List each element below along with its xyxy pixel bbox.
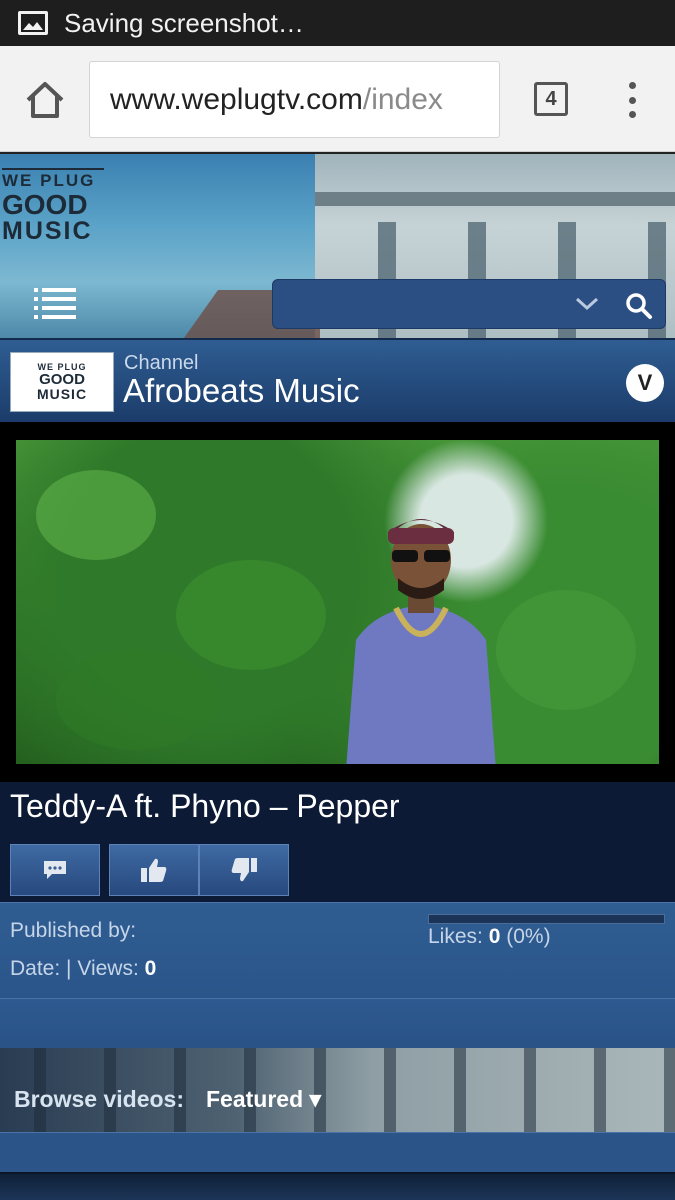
search-bar[interactable] xyxy=(272,279,666,329)
likes-percent: (0%) xyxy=(500,925,551,948)
browse-label: Browse videos: xyxy=(14,1086,184,1112)
channel-avatar[interactable]: WE PLUG GOOD MUSIC xyxy=(10,352,114,412)
footer-edge xyxy=(0,1172,675,1200)
thumbs-down-icon xyxy=(231,858,257,882)
comment-button[interactable] xyxy=(10,844,100,896)
video-frame[interactable] xyxy=(16,440,659,764)
browse-bar: Browse videos: Featured ▾ xyxy=(0,1048,675,1132)
like-button[interactable] xyxy=(109,844,199,896)
likes-progress-bar xyxy=(428,914,665,924)
site-header: WE PLUG GOOD MUSIC xyxy=(0,152,675,338)
date-views: Date: | Views: 0 xyxy=(10,957,157,980)
browser-toolbar: www.weplugtv.com/index 4 xyxy=(0,46,675,152)
video-player[interactable] xyxy=(0,422,675,782)
divider-band xyxy=(0,998,675,1048)
channel-name[interactable]: Afrobeats Music xyxy=(123,372,360,410)
video-details: Published by: Date: | Views: 0 Likes: 0 … xyxy=(0,902,675,998)
tab-switcher-button[interactable]: 4 xyxy=(534,82,568,116)
likes-count: 0 xyxy=(488,925,501,948)
address-bar[interactable]: www.weplugtv.com/index xyxy=(89,61,500,138)
channel-dropdown-button[interactable]: V xyxy=(626,364,664,402)
comment-icon xyxy=(44,861,66,879)
channel-header: WE PLUG GOOD MUSIC Channel Afrobeats Mus… xyxy=(0,338,675,422)
url-domain: www.weplugtv.com xyxy=(110,82,363,116)
screen: Saving screenshot… www.weplugtv.com/inde… xyxy=(0,0,675,1200)
views-count: 0 xyxy=(144,957,157,980)
search-icon[interactable] xyxy=(625,292,653,320)
url-path: /index xyxy=(362,82,443,116)
video-info-header: Teddy-A ft. Phyno – Pepper xyxy=(0,782,675,902)
dislike-button[interactable] xyxy=(199,844,289,896)
menu-icon[interactable] xyxy=(34,288,76,320)
thumbs-up-icon xyxy=(141,858,167,882)
home-icon[interactable] xyxy=(24,80,66,120)
footer-band xyxy=(0,1132,675,1172)
status-text: Saving screenshot… xyxy=(64,7,304,38)
video-thumbnail-person xyxy=(346,519,496,764)
image-icon xyxy=(18,11,48,35)
published-by: Published by: xyxy=(10,919,137,942)
chevron-down-icon[interactable] xyxy=(575,294,599,314)
video-title: Teddy-A ft. Phyno – Pepper xyxy=(10,788,400,824)
browse-filter-dropdown[interactable]: Featured ▾ xyxy=(206,1086,321,1113)
site-logo[interactable]: WE PLUG GOOD MUSIC xyxy=(2,168,104,244)
status-bar: Saving screenshot… xyxy=(0,0,675,46)
likes-summary: Likes: 0 (0%) xyxy=(428,925,551,948)
overflow-menu-icon[interactable] xyxy=(622,80,642,120)
